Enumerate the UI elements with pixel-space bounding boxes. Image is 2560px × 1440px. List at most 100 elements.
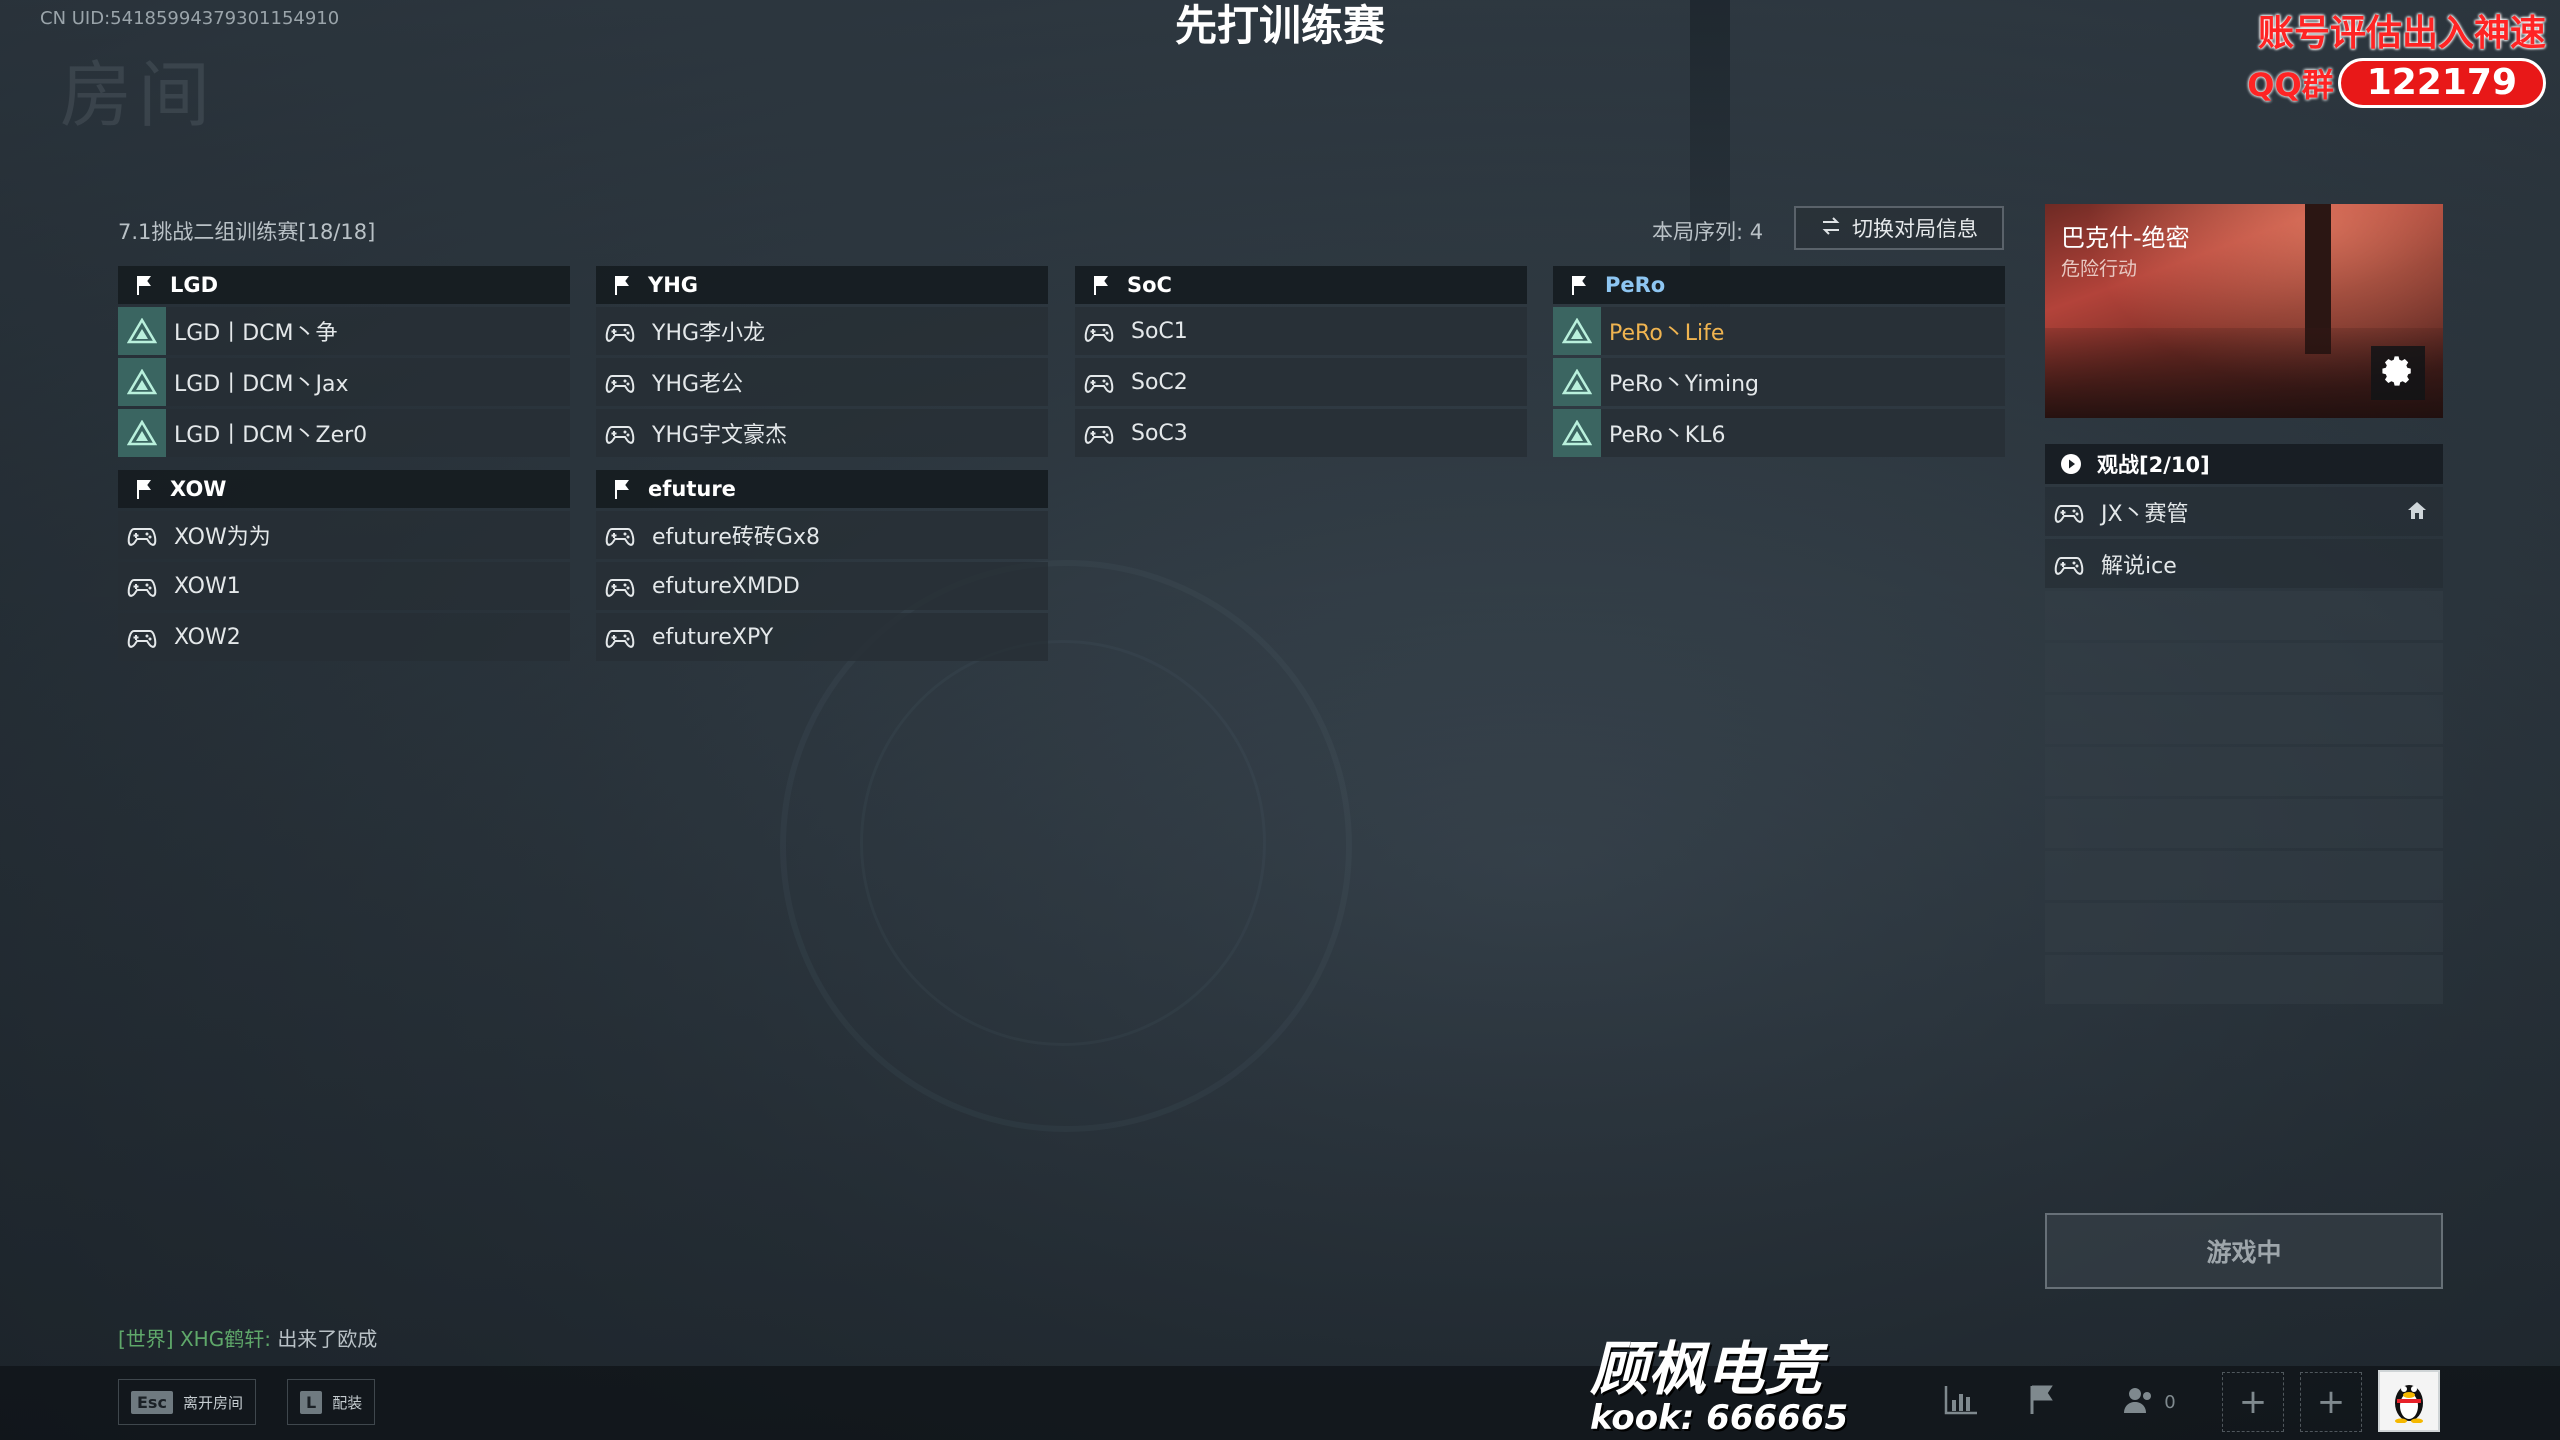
- player-slot[interactable]: SoC3: [1075, 409, 1527, 457]
- player-slot-self[interactable]: PeRo丶Life: [1553, 307, 2005, 355]
- player-name: SoC1: [1131, 318, 1188, 344]
- player-slot[interactable]: efuture砖砖Gx8: [596, 511, 1048, 559]
- team-name: LGD: [170, 273, 219, 297]
- esc-key: Esc: [131, 1390, 173, 1414]
- player-slot[interactable]: PeRo丶KL6: [1553, 409, 2005, 457]
- team-header: YHG: [596, 266, 1048, 304]
- brand-name: 顾枫电竞: [1590, 1335, 1823, 1403]
- player-name: efutureXPY: [652, 624, 774, 650]
- brand-kook: kook: 666665: [1590, 1398, 1849, 1438]
- chat-sender: XHG鹤轩:: [179, 1327, 271, 1351]
- team-flag-button[interactable]: [2022, 1378, 2064, 1426]
- friends-button[interactable]: 0: [2114, 1378, 2184, 1426]
- map-settings-button[interactable]: [2371, 346, 2425, 400]
- spectator-slot-empty[interactable]: [2045, 955, 2443, 1004]
- chat-channel: [世界]: [118, 1327, 174, 1351]
- spectator-slot-empty[interactable]: [2045, 903, 2443, 952]
- squad-triangle-icon: [118, 307, 166, 355]
- flag-icon: [1075, 274, 1127, 296]
- flag-icon: [1553, 274, 1605, 296]
- player-slot[interactable]: YHG老公: [596, 358, 1048, 406]
- player-slot[interactable]: YHG李小龙: [596, 307, 1048, 355]
- plus-icon: +: [2316, 1382, 2346, 1422]
- leave-room-label: 离开房间: [182, 1393, 243, 1412]
- gamepad-icon: [596, 409, 644, 457]
- add-slot-button[interactable]: +: [2222, 1372, 2284, 1432]
- gamepad-icon: [118, 613, 166, 661]
- squad-triangle-icon: [1553, 358, 1601, 406]
- in-game-status-button[interactable]: 游戏中: [2045, 1213, 2443, 1289]
- player-name: YHG老公: [652, 372, 744, 397]
- team-name: YHG: [648, 273, 699, 297]
- team-card-soc: SoC SoC1 SoC2 SoC3: [1075, 266, 1527, 457]
- player-name: efuture砖砖Gx8: [652, 525, 820, 550]
- bar-chart-icon: [1943, 1384, 1979, 1420]
- gamepad-icon: [2045, 500, 2093, 524]
- l-key: L: [300, 1390, 323, 1414]
- spectator-slot-empty[interactable]: [2045, 851, 2443, 900]
- chat-message: 出来了欧成: [277, 1327, 378, 1351]
- spectator-slot-empty[interactable]: [2045, 591, 2443, 640]
- flag-icon: [118, 478, 170, 500]
- player-slot[interactable]: efutureXPY: [596, 613, 1048, 661]
- team-name: efuture: [648, 477, 736, 501]
- gamepad-icon: [596, 307, 644, 355]
- avatar[interactable]: [2378, 1370, 2440, 1432]
- player-slot[interactable]: SoC1: [1075, 307, 1527, 355]
- gamepad-icon: [596, 358, 644, 406]
- flag-icon: [118, 274, 170, 296]
- spectator-slot[interactable]: JX丶赛管: [2045, 487, 2443, 536]
- loadout-button[interactable]: L 配装: [287, 1379, 376, 1425]
- team-card-xow: XOW XOW为为 XOW1 XOW2: [118, 470, 570, 661]
- player-slot[interactable]: SoC2: [1075, 358, 1527, 406]
- background-emblem-inner: [860, 640, 1266, 1046]
- team-card-lgd: LGD LGD丨DCM丶争 LGD丨DCM丶Jax LGD丨DCM丶Zer0: [118, 266, 570, 457]
- map-preview-card[interactable]: 巴克什-绝密 危险行动: [2045, 204, 2443, 418]
- gamepad-icon: [596, 562, 644, 610]
- player-slot[interactable]: PeRo丶Yiming: [1553, 358, 2005, 406]
- player-name: LGD丨DCM丶Zer0: [174, 423, 368, 448]
- spectator-slot-empty[interactable]: [2045, 747, 2443, 796]
- stream-brand-overlay: 顾枫电竞 kook: 666665: [1590, 1338, 1850, 1436]
- spectator-slot-empty[interactable]: [2045, 799, 2443, 848]
- team-card-efuture: efuture efuture砖砖Gx8 efutureXMDD efuture…: [596, 470, 1048, 661]
- stats-button[interactable]: [1940, 1378, 1982, 1426]
- promo-banner: 账号评估出入神速 QQ群 122179: [2247, 4, 2546, 108]
- team-header: PeRo: [1553, 266, 2005, 304]
- player-name: XOW2: [174, 624, 241, 650]
- player-slot[interactable]: XOW1: [118, 562, 570, 610]
- leave-room-button[interactable]: Esc 离开房间: [118, 1379, 256, 1425]
- chat-line: [世界] XHG鹤轩: 出来了欧成: [118, 1323, 377, 1352]
- friends-icon: [2122, 1385, 2156, 1419]
- spectator-slot[interactable]: 解说ice: [2045, 539, 2443, 588]
- gamepad-icon: [1075, 409, 1123, 457]
- play-circle-icon: [2045, 452, 2097, 476]
- spectator-count: 观战[2/10]: [2097, 453, 2210, 477]
- switch-match-info-label: 切换对局信息: [1852, 217, 1978, 241]
- player-slot[interactable]: LGD丨DCM丶争: [118, 307, 570, 355]
- player-name: LGD丨DCM丶争: [174, 321, 338, 346]
- promo-text: 账号评估出入神速: [2257, 13, 2546, 54]
- team-card-yhg: YHG YHG李小龙 YHG老公 YHG宇文豪杰: [596, 266, 1048, 457]
- player-slot[interactable]: LGD丨DCM丶Jax: [118, 358, 570, 406]
- promo-qq-row: QQ群 122179: [2247, 58, 2546, 108]
- spectator-slot-empty[interactable]: [2045, 695, 2443, 744]
- promo-qq-label: QQ群: [2247, 66, 2334, 104]
- plus-icon: +: [2238, 1382, 2268, 1422]
- player-slot[interactable]: LGD丨DCM丶Zer0: [118, 409, 570, 457]
- player-slot[interactable]: XOW为为: [118, 511, 570, 559]
- player-slot[interactable]: XOW2: [118, 613, 570, 661]
- squad-triangle-icon: [118, 409, 166, 457]
- player-name: LGD丨DCM丶Jax: [174, 372, 349, 397]
- gamepad-icon: [2045, 552, 2093, 576]
- friends-count: 0: [2164, 1391, 2176, 1413]
- team-header: SoC: [1075, 266, 1527, 304]
- player-slot[interactable]: efutureXMDD: [596, 562, 1048, 610]
- room-owner-icon: [2405, 499, 2429, 529]
- add-slot-button[interactable]: +: [2300, 1372, 2362, 1432]
- spectator-slot-empty[interactable]: [2045, 643, 2443, 692]
- player-slot[interactable]: YHG宇文豪杰: [596, 409, 1048, 457]
- gamepad-icon: [596, 511, 644, 559]
- switch-match-info-button[interactable]: 切换对局信息: [1794, 206, 2004, 250]
- player-name: YHG宇文豪杰: [652, 423, 788, 448]
